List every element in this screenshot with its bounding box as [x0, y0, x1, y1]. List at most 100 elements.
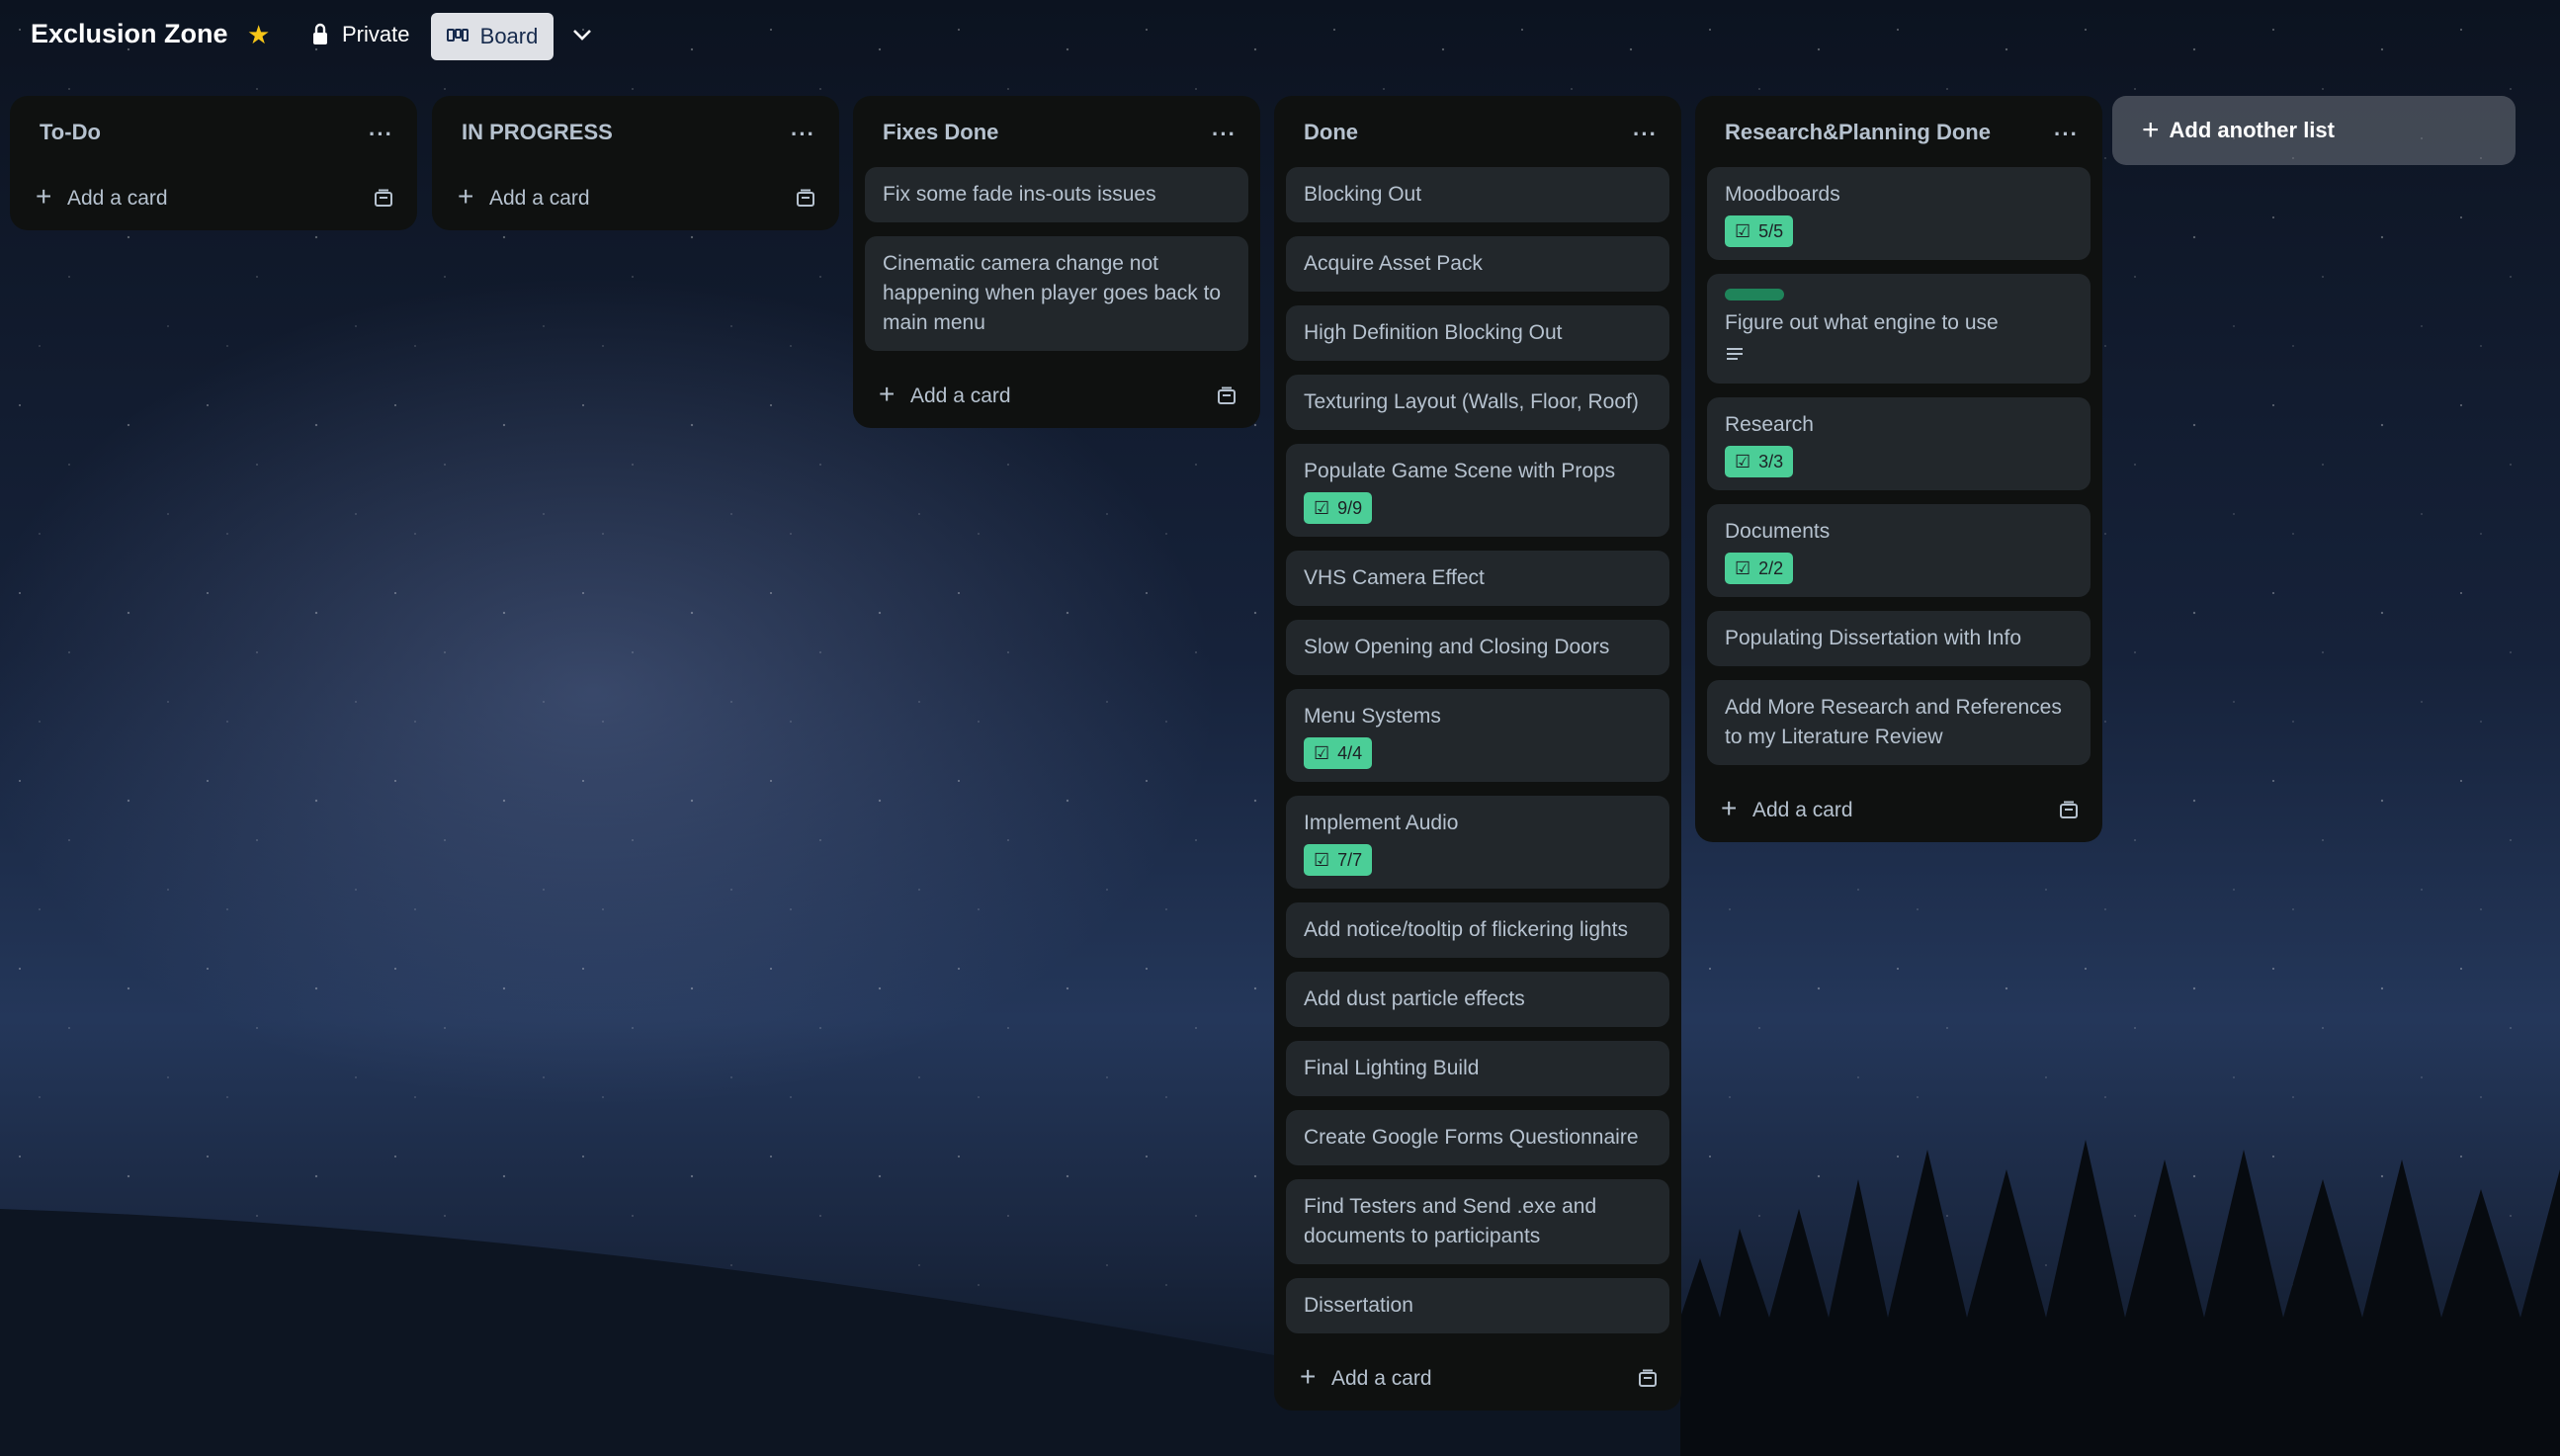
card-title: Slow Opening and Closing Doors: [1304, 636, 1610, 658]
card-template-icon[interactable]: [374, 189, 393, 209]
list-menu-icon[interactable]: ···: [369, 122, 393, 147]
card[interactable]: Figure out what engine to use: [1707, 274, 2091, 384]
chevron-down-icon[interactable]: [567, 20, 597, 49]
card-title: Menu Systems: [1304, 705, 1441, 728]
card[interactable]: Add More Research and References to my L…: [1707, 680, 2091, 765]
list-header: Done ···: [1274, 96, 1681, 167]
list-header: Research&Planning Done ···: [1695, 96, 2102, 167]
add-card-button[interactable]: + Add a card: [432, 167, 839, 230]
visibility-button[interactable]: Private: [310, 22, 409, 47]
plus-icon: +: [1721, 793, 1738, 823]
card[interactable]: Fix some fade ins-outs issues: [865, 167, 1248, 222]
checklist-badge: ☑ 2/2: [1725, 553, 1794, 584]
card[interactable]: VHS Camera Effect: [1286, 551, 1669, 606]
card[interactable]: Final Lighting Build: [1286, 1041, 1669, 1096]
list-title[interactable]: IN PROGRESS: [462, 120, 613, 145]
board-header: Exclusion Zone ★ Private Board: [0, 0, 2560, 75]
card-title: Cinematic camera change not happening wh…: [883, 252, 1222, 334]
checkbox-icon: ☑: [1314, 850, 1330, 870]
card-title: Dissertation: [1304, 1294, 1413, 1317]
board-title[interactable]: Exclusion Zone: [31, 19, 228, 49]
checklist-count: 2/2: [1758, 558, 1784, 578]
checklist-badge: ☑ 4/4: [1304, 737, 1373, 769]
list-header: Fixes Done ···: [853, 96, 1260, 167]
add-card-button[interactable]: + Add a card: [853, 365, 1260, 428]
plus-icon: +: [1300, 1361, 1317, 1392]
list-title[interactable]: Fixes Done: [883, 120, 998, 145]
card[interactable]: Dissertation: [1286, 1278, 1669, 1333]
card[interactable]: Texturing Layout (Walls, Floor, Roof): [1286, 375, 1669, 430]
card-template-icon[interactable]: [1638, 1369, 1658, 1389]
card[interactable]: Documents ☑ 2/2: [1707, 504, 2091, 597]
card[interactable]: Blocking Out: [1286, 167, 1669, 222]
card-title: Add More Research and References to my L…: [1725, 696, 2062, 748]
card-title: Populate Game Scene with Props: [1304, 460, 1616, 482]
card-template-icon[interactable]: [2059, 801, 2079, 820]
visibility-label: Private: [342, 22, 410, 46]
list-menu-icon[interactable]: ···: [1212, 122, 1237, 147]
card[interactable]: Populate Game Scene with Props ☑ 9/9: [1286, 444, 1669, 537]
list-title[interactable]: Done: [1304, 120, 1358, 145]
checklist-badge: ☑ 7/7: [1304, 844, 1373, 876]
checkbox-icon: ☑: [1735, 221, 1751, 241]
card-title: High Definition Blocking Out: [1304, 321, 1563, 344]
checklist-badge: ☑ 3/3: [1725, 446, 1794, 477]
list-title[interactable]: To-Do: [40, 120, 101, 145]
add-card-label: Add a card: [1331, 1367, 1432, 1390]
card-title: Populating Dissertation with Info: [1725, 627, 2021, 649]
card[interactable]: Implement Audio ☑ 7/7: [1286, 796, 1669, 889]
card[interactable]: Research ☑ 3/3: [1707, 397, 2091, 490]
card[interactable]: Find Testers and Send .exe and documents…: [1286, 1179, 1669, 1264]
list-menu-icon[interactable]: ···: [2054, 122, 2079, 147]
add-card-button[interactable]: + Add a card: [10, 167, 417, 230]
list-title[interactable]: Research&Planning Done: [1725, 120, 1991, 145]
board-view-label: Board: [479, 24, 539, 48]
star-icon[interactable]: ★: [247, 20, 270, 50]
card[interactable]: Acquire Asset Pack: [1286, 236, 1669, 292]
card-title: Add notice/tooltip of flickering lights: [1304, 918, 1629, 941]
card[interactable]: Add dust particle effects: [1286, 972, 1669, 1027]
board-view-icon: [446, 29, 469, 42]
card-title: Final Lighting Build: [1304, 1057, 1480, 1079]
list-research-planning-done: Research&Planning Done ··· Moodboards ☑ 5…: [1695, 96, 2102, 842]
card[interactable]: Create Google Forms Questionnaire: [1286, 1110, 1669, 1165]
card[interactable]: High Definition Blocking Out: [1286, 305, 1669, 361]
checkbox-icon: ☑: [1314, 743, 1330, 763]
card[interactable]: Moodboards ☑ 5/5: [1707, 167, 2091, 260]
list-menu-icon[interactable]: ···: [1633, 122, 1658, 147]
add-list-label: Add another list: [2169, 118, 2335, 142]
list-menu-icon[interactable]: ···: [791, 122, 815, 147]
card-title: Find Testers and Send .exe and documents…: [1304, 1195, 1597, 1247]
add-another-list-button[interactable]: + Add another list: [2112, 96, 2516, 165]
card-title: Figure out what engine to use: [1725, 311, 1999, 334]
board-view-button[interactable]: Board: [431, 13, 554, 60]
card-title: Implement Audio: [1304, 812, 1459, 834]
card-template-icon[interactable]: [1217, 386, 1237, 406]
add-card-button[interactable]: + Add a card: [1274, 1347, 1681, 1411]
checkbox-icon: ☑: [1735, 452, 1751, 471]
plus-icon: +: [36, 181, 52, 212]
plus-icon: +: [879, 379, 896, 409]
list-header: To-Do ···: [10, 96, 417, 167]
card[interactable]: Cinematic camera change not happening wh…: [865, 236, 1248, 351]
card-title: Moodboards: [1725, 183, 1840, 206]
add-card-label: Add a card: [1752, 799, 1853, 821]
checklist-badge: ☑ 9/9: [1304, 492, 1373, 524]
card-template-icon[interactable]: [796, 189, 815, 209]
list-done: Done ··· Blocking Out Acquire Asset Pack…: [1274, 96, 1681, 1411]
card-title: VHS Camera Effect: [1304, 566, 1485, 589]
add-card-button[interactable]: + Add a card: [1695, 779, 2102, 842]
checklist-badge: ☑ 5/5: [1725, 215, 1794, 247]
list-fixes-done: Fixes Done ··· Fix some fade ins-outs is…: [853, 96, 1260, 428]
card[interactable]: Menu Systems ☑ 4/4: [1286, 689, 1669, 782]
card-title: Create Google Forms Questionnaire: [1304, 1126, 1639, 1149]
card[interactable]: Add notice/tooltip of flickering lights: [1286, 902, 1669, 958]
card-label[interactable]: [1725, 289, 1784, 300]
card-title: Texturing Layout (Walls, Floor, Roof): [1304, 390, 1639, 413]
checklist-count: 7/7: [1337, 850, 1363, 870]
card[interactable]: Populating Dissertation with Info: [1707, 611, 2091, 666]
checkbox-icon: ☑: [1735, 558, 1751, 578]
card[interactable]: Slow Opening and Closing Doors: [1286, 620, 1669, 675]
list-todo: To-Do ··· + Add a card: [10, 96, 417, 230]
plus-icon: +: [458, 181, 474, 212]
